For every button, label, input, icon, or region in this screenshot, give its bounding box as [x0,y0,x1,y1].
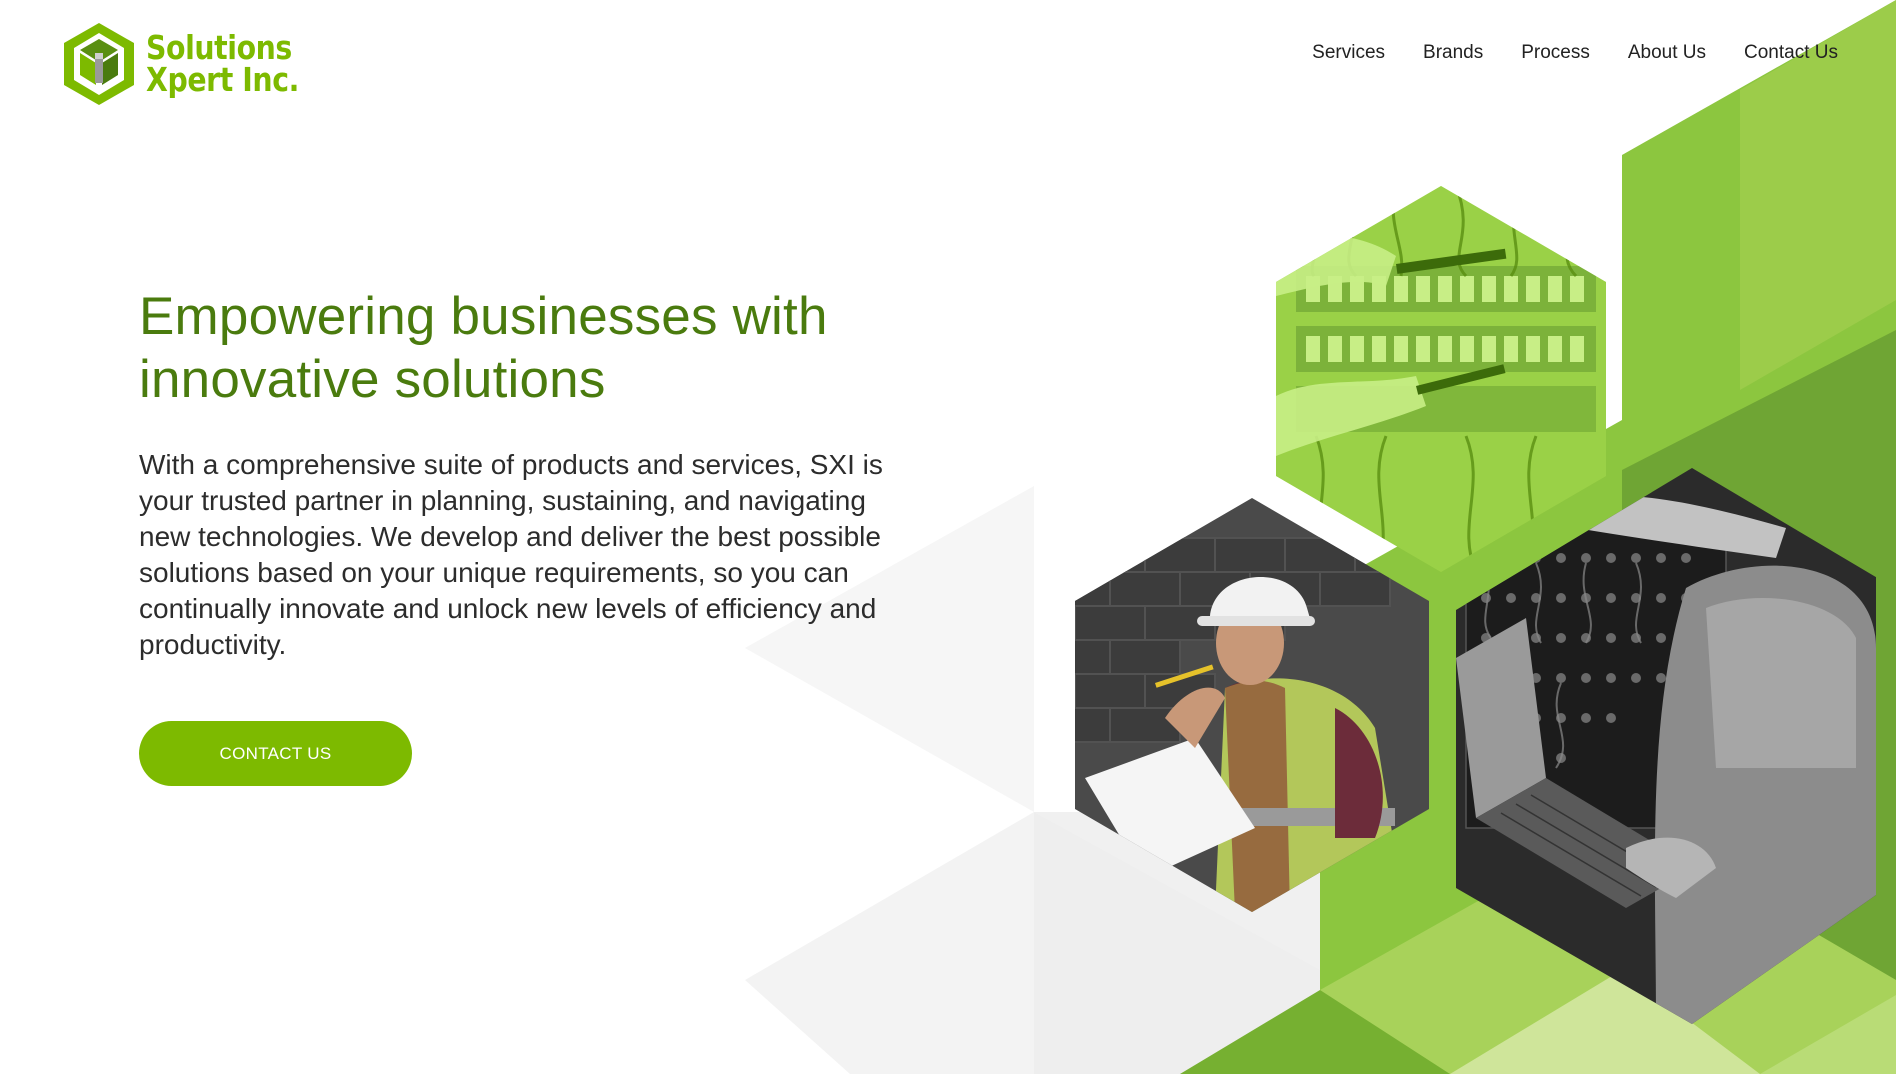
hero-title-line-2: innovative solutions [139,350,606,409]
contact-us-button[interactable]: CONTACT US [139,721,412,786]
page: Solutions Xpert Inc. Services Brands Pro… [0,0,1896,1074]
nav-brands[interactable]: Brands [1423,38,1483,68]
hero-description-line-6: productivity. [139,629,287,660]
hero-title-line-1: Empowering businesses with [139,287,828,346]
nav-services[interactable]: Services [1312,38,1385,68]
brand-logo[interactable]: Solutions Xpert Inc. [60,18,300,110]
nav-about-us[interactable]: About Us [1628,38,1706,68]
hero-title: Empowering businesses with innovative so… [139,285,959,411]
hero-description-line-4: solutions based on your unique requireme… [139,557,849,588]
nav-process[interactable]: Process [1521,38,1590,68]
technician-server-rack-laptop-photo [1456,468,1876,1024]
main-navigation: Services Brands Process About Us Contact… [1312,38,1838,68]
hero-description-line-3: new technologies. We develop and deliver… [139,521,881,552]
engineer-with-hardhat-photo [1075,498,1429,912]
hero-description-line-2: your trusted partner in planning, sustai… [139,485,866,516]
hero-description-line-5: continually innovate and unlock new leve… [139,593,877,624]
hero-section: Empowering businesses with innovative so… [139,285,959,663]
hero-description-line-1: With a comprehensive suite of products a… [139,449,883,480]
brand-name: Solutions Xpert Inc. [146,31,324,99]
hero-description: With a comprehensive suite of products a… [139,447,959,663]
nav-contact-us[interactable]: Contact Us [1744,38,1838,68]
brand-name-line-2: Xpert Inc. [146,60,299,99]
hexagon-cube-logo-icon [64,23,134,105]
